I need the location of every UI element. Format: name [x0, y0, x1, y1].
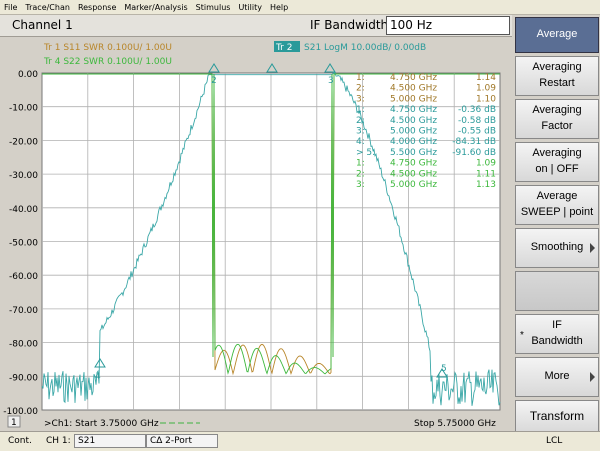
marker-3-label: 3	[328, 76, 334, 86]
marker-table-freq: 5.000 GHz	[390, 180, 437, 190]
marker-table-freq: 4.750 GHz	[390, 73, 437, 83]
average-label: Average	[536, 28, 578, 41]
stop-frequency[interactable]: Stop 5.75000 GHz	[414, 419, 496, 429]
y-tick-label: -30.00	[9, 171, 38, 181]
marker-table-id: 2:	[356, 169, 365, 179]
y-tick-label: -20.00	[9, 137, 38, 147]
trace-2-header[interactable]: S21 LogM 10.00dB/ 0.00dB	[304, 43, 426, 53]
menu-bar: File Trace/Chan Response Marker/Analysis…	[0, 0, 600, 15]
marker-table-id: 1:	[356, 105, 365, 115]
y-tick-label: -50.00	[9, 239, 38, 249]
marker-table-val: 1.14	[476, 73, 496, 83]
status-cont: Cont.	[8, 436, 32, 446]
transform-button[interactable]: Transform	[515, 400, 599, 434]
y-tick-label: -70.00	[9, 306, 38, 316]
averaging-factor-label: Averaging Factor	[532, 104, 582, 132]
modified-star-icon: *	[520, 330, 524, 341]
menu-marker-analysis[interactable]: Marker/Analysis	[120, 3, 191, 12]
y-tick-label: -10.00	[9, 104, 38, 114]
channel-bar: Channel 1 IF Bandwidth 100 Hz	[0, 15, 512, 37]
trace-4-header[interactable]: Tr 4 S22 SWR 0.100U/ 1.00U	[43, 57, 172, 67]
channel-title: Channel 1	[12, 18, 73, 32]
average-sweep-point-button[interactable]: Average SWEEP | point	[515, 185, 599, 225]
averaging-onoff-button[interactable]: Averaging on | OFF	[515, 142, 599, 182]
marker-table-val: -84.31 dB	[452, 137, 496, 147]
marker-table-id: 3:	[356, 94, 365, 104]
averaging-onoff-label: Averaging on | OFF	[532, 147, 582, 175]
marker-table-freq: 4.750 GHz	[390, 159, 437, 169]
marker-table-val: 1.09	[476, 159, 496, 169]
marker-table-id: 2:	[356, 84, 365, 94]
marker-table-val: -91.60 dB	[452, 148, 496, 158]
marker-table-id: 1:	[356, 73, 365, 83]
status-port: C∆ 2-Port	[150, 436, 192, 446]
measurement-plot: 0.00 -10.00 -20.00 -30.00 -40.00 -50.00 -60.00…	[0, 37, 512, 431]
marker-table-freq: 5.500 GHz	[390, 148, 437, 158]
y-tick-label: -40.00	[9, 205, 38, 215]
status-port-box[interactable]: C∆ 2-Port	[146, 434, 218, 448]
status-param: S21	[78, 436, 96, 446]
average-sweep-point-label: Average SWEEP | point	[520, 190, 594, 218]
marker-table-freq: 5.000 GHz	[390, 94, 437, 104]
marker-table-id: 1:	[356, 159, 365, 169]
if-bandwidth-label: IF Bandwidth	[531, 319, 583, 347]
smoothing-label: Smoothing	[530, 241, 584, 254]
marker-table-val: -0.36 dB	[458, 105, 496, 115]
marker-table-val: 1.11	[476, 169, 496, 179]
y-tick-label: -60.00	[9, 272, 38, 282]
smoothing-button[interactable]: Smoothing	[515, 228, 599, 268]
menu-response[interactable]: Response	[74, 3, 120, 12]
menu-utility[interactable]: Utility	[234, 3, 266, 12]
marker-table-id: 3:	[356, 127, 365, 137]
averaging-restart-label: Averaging Restart	[532, 61, 582, 89]
marker-table-freq: 4.500 GHz	[390, 84, 437, 94]
status-bar: Cont. CH 1: S21 C∆ 2-Port LCL	[0, 431, 600, 451]
status-lcl: LCL	[546, 436, 563, 446]
marker-5-label: 5	[441, 364, 447, 374]
marker-4-label: 4	[95, 372, 101, 382]
y-tick-label: -90.00	[9, 373, 38, 383]
submenu-arrow-icon	[590, 372, 595, 382]
menu-stimulus[interactable]: Stimulus	[192, 3, 235, 12]
marker-table-id: 3:	[356, 180, 365, 190]
marker-table-val: -0.58 dB	[458, 116, 496, 126]
channel-number: 1	[11, 418, 17, 428]
menu-file[interactable]: File	[0, 3, 21, 12]
status-channel: CH 1:	[46, 436, 71, 446]
y-tick-label: -80.00	[9, 340, 38, 350]
start-frequency[interactable]: >Ch1: Start 3.75000 GHz	[44, 419, 159, 429]
if-bandwidth-button[interactable]: * IF Bandwidth	[515, 314, 599, 354]
marker-table-val: 1.13	[476, 180, 496, 190]
averaging-factor-button[interactable]: Averaging Factor	[515, 99, 599, 139]
marker-table-freq: 4.750 GHz	[390, 105, 437, 115]
average-button[interactable]: Average	[515, 17, 599, 53]
marker-table-val: -0.55 dB	[458, 127, 496, 137]
y-tick-label: 0.00	[18, 70, 38, 80]
more-button[interactable]: More	[515, 357, 599, 397]
ifbw-label: IF Bandwidth	[310, 18, 389, 32]
marker-table-freq: 4.500 GHz	[390, 116, 437, 126]
menu-help[interactable]: Help	[266, 3, 292, 12]
ifbw-input[interactable]: 100 Hz	[386, 16, 510, 35]
more-label: More	[544, 370, 570, 383]
marker-table-freq: 5.000 GHz	[390, 127, 437, 137]
marker-table-id: 4:	[356, 137, 365, 147]
averaging-restart-button[interactable]: Averaging Restart	[515, 56, 599, 96]
marker-table-id: 2:	[356, 116, 365, 126]
menu-trace-chan[interactable]: Trace/Chan	[21, 3, 74, 12]
plot-svg: 0.00 -10.00 -20.00 -30.00 -40.00 -50.00 -60.00…	[0, 37, 512, 431]
marker-table-freq: 4.000 GHz	[390, 137, 437, 147]
marker-table-val: 1.10	[476, 94, 496, 104]
blank-softkey[interactable]	[515, 271, 599, 311]
trace-1-header[interactable]: Tr 1 S11 SWR 0.100U/ 1.00U	[43, 43, 172, 53]
marker-table-id: > 5:	[356, 148, 375, 158]
softkey-panel: Average Averaging Restart Averaging Factor…	[512, 15, 600, 434]
trace-2-badge[interactable]: Tr 2	[275, 43, 292, 53]
marker-table-val: 1.09	[476, 84, 496, 94]
submenu-arrow-icon	[590, 243, 595, 253]
marker-2-label: 2	[211, 76, 217, 86]
status-param-box[interactable]: S21	[74, 434, 146, 448]
marker-table-freq: 4.500 GHz	[390, 169, 437, 179]
transform-label: Transform	[529, 409, 585, 424]
